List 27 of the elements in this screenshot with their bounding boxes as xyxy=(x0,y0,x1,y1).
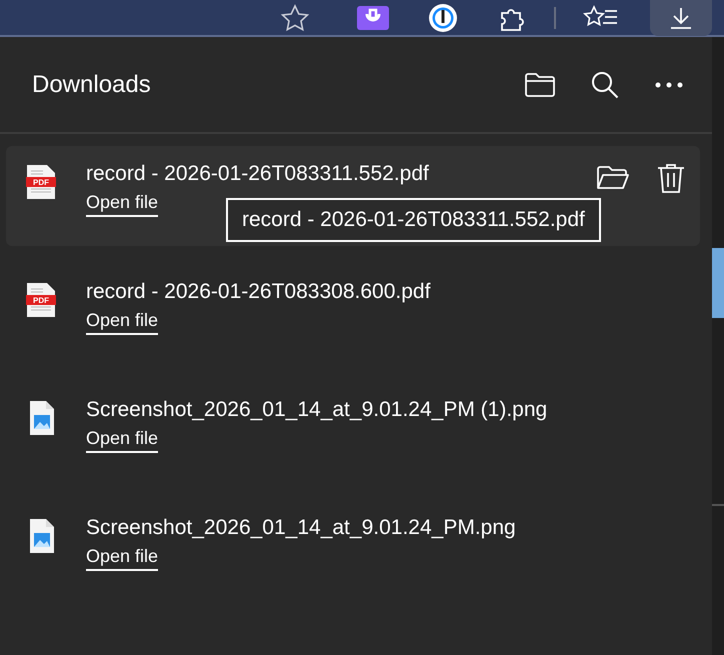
delete-icon[interactable] xyxy=(656,162,686,194)
file-name: Screenshot_2026_01_14_at_9.01.24_PM (1).png xyxy=(86,398,548,422)
page-image-fragment xyxy=(712,248,724,318)
folder-icon[interactable] xyxy=(596,164,630,192)
star-icon[interactable] xyxy=(280,4,310,32)
app-icon[interactable] xyxy=(357,6,389,30)
download-item-highlight[interactable]: PDF record - 2026-01-26T083311.552.pdf Open file record - 2026-01-26T083311.552.pdf xyxy=(6,146,700,246)
downloads-button[interactable] xyxy=(650,0,712,36)
password-icon[interactable] xyxy=(427,2,459,34)
more-icon[interactable] xyxy=(654,80,684,88)
search-icon[interactable] xyxy=(590,70,620,100)
file-name: record - 2026-01-26T083311.552.pdf xyxy=(86,162,429,186)
download-item[interactable]: Screenshot_2026_01_14_at_9.01.24_PM (1).png Open file xyxy=(6,382,700,482)
open-file-link[interactable]: Open file xyxy=(86,546,158,571)
open-file-link[interactable]: Open file xyxy=(86,192,158,217)
panel-title: Downloads xyxy=(32,70,151,98)
folder-icon[interactable] xyxy=(524,72,556,98)
open-file-link[interactable]: Open file xyxy=(86,310,158,335)
pdf-file-icon: PDF xyxy=(26,282,56,318)
tooltip: record - 2026-01-26T083311.552.pdf xyxy=(226,198,601,242)
file-name: Screenshot_2026_01_14_at_9.01.24_PM.png xyxy=(86,516,516,540)
open-file-link[interactable]: Open file xyxy=(86,428,158,453)
download-item[interactable]: Screenshot_2026_01_14_at_9.01.24_PM.png Open file xyxy=(6,500,700,600)
download-item[interactable]: PDF record - 2026-01-26T083308.600.pdf Open file xyxy=(6,264,700,364)
download-icon xyxy=(668,6,694,30)
pdf-file-icon: PDF xyxy=(26,164,56,200)
file-name: record - 2026-01-26T083308.600.pdf xyxy=(86,280,430,304)
